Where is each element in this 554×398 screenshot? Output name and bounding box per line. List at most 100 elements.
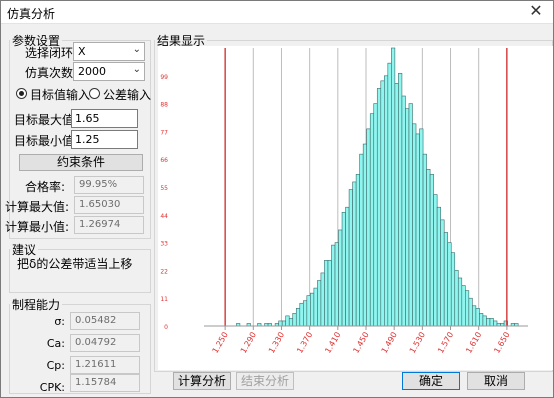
histogram-bar	[422, 153, 427, 327]
y-tick-label: 88	[160, 102, 168, 109]
close-icon[interactable]: ✕	[527, 2, 545, 20]
sigma-label: σ:	[54, 315, 65, 328]
histogram-bar	[295, 308, 301, 327]
y-tick-label: 99	[160, 74, 168, 81]
cp-field: 1.21611	[70, 356, 140, 374]
count-select[interactable]: 2000 ⌄	[73, 62, 145, 81]
histogram-bar	[376, 88, 382, 327]
histogram-bar	[468, 297, 473, 327]
count-label: 仿真次数:	[25, 66, 78, 80]
loop-label: 选择闭环:	[25, 46, 78, 60]
histogram-bar	[338, 229, 343, 327]
target-radio[interactable]	[16, 88, 27, 99]
y-tick-label: 22	[160, 268, 168, 275]
histogram-bar	[359, 153, 364, 327]
histogram-bar	[443, 232, 449, 327]
histogram-bar	[384, 75, 389, 327]
histogram-bar	[331, 244, 336, 327]
cpk-value: 1.15784	[75, 377, 117, 388]
histogram-bar	[324, 259, 329, 327]
histogram-bar	[489, 318, 494, 327]
histogram-bar	[387, 62, 392, 327]
x-tick-label: 1.490	[380, 331, 399, 355]
histogram-bar	[419, 128, 424, 327]
x-tick-label: 1.570	[436, 331, 455, 355]
loop-select[interactable]: X ⌄	[73, 42, 145, 61]
histogram-bar	[436, 206, 441, 327]
histogram-bar	[334, 242, 339, 327]
histogram-bar	[380, 80, 385, 327]
x-tick-label: 1.330	[267, 331, 286, 355]
histogram-bar	[401, 95, 406, 327]
target-radio-label[interactable]: 目标值输入	[30, 86, 90, 103]
histogram-bar	[281, 320, 287, 327]
histogram-bar	[362, 143, 368, 327]
target-max-label: 目标最大值:	[14, 113, 79, 127]
x-tick-label: 1.410	[323, 331, 342, 355]
target-max-input[interactable]: 1.65	[71, 109, 138, 128]
histogram-bar	[472, 305, 477, 327]
calc-analysis-button[interactable]: 计算分析	[173, 372, 231, 390]
target-max-value: 1.65	[75, 112, 100, 125]
ok-button[interactable]: 确定	[402, 372, 460, 390]
histogram-bar	[352, 181, 357, 327]
histogram-bar	[369, 113, 375, 327]
sigma-value: 0.05482	[75, 315, 117, 326]
histogram-bar	[398, 72, 403, 327]
chevron-down-icon: ⌄	[132, 64, 141, 75]
histogram-bar	[408, 103, 413, 327]
histogram-bar	[306, 295, 311, 327]
histogram-bar	[303, 300, 308, 327]
advice-text: 把δ的公差带适当上移	[17, 257, 133, 271]
histogram-bar	[482, 315, 487, 327]
cancel-button[interactable]: 取消	[467, 372, 525, 390]
histogram-bar	[310, 292, 315, 327]
histogram-bar	[461, 285, 466, 327]
histogram-bar	[440, 219, 445, 327]
tolerance-radio-label[interactable]: 公差输入	[103, 86, 151, 103]
histogram-bar	[373, 103, 378, 327]
histogram-bar	[450, 252, 456, 327]
histogram-bar	[391, 47, 396, 327]
histogram-bar	[405, 108, 410, 327]
x-tick-label: 1.250	[211, 331, 230, 355]
calc-max-value: 1.65030	[79, 199, 121, 210]
histogram-bar	[341, 211, 346, 327]
chevron-down-icon: ⌄	[132, 44, 141, 55]
histogram-chart: 0 11 22 33 44 55 66 77 88 99 1.250 1.290 1.330 1.370 1…	[158, 46, 553, 370]
simulation-dialog: 仿真分析 ✕ 参数设置 选择闭环: X ⌄ 仿真次数: 2000 ⌄ 目标值输入…	[0, 0, 554, 398]
ca-field: 0.04792	[70, 334, 140, 352]
histogram-bar	[479, 313, 484, 327]
cpk-label: CPK:	[39, 381, 65, 394]
calc-min-label: 计算最小值:	[4, 220, 69, 234]
histogram-bar	[320, 272, 325, 327]
x-tick-label: 1.650	[492, 331, 511, 355]
window-title: 仿真分析	[7, 7, 56, 21]
histogram-bar	[345, 206, 350, 327]
histogram-bar	[457, 277, 463, 327]
histogram-bar	[465, 290, 470, 327]
y-tick-label: 66	[160, 157, 168, 164]
histogram-bar	[327, 259, 332, 327]
tolerance-radio[interactable]	[89, 88, 100, 99]
calc-max-label: 计算最大值:	[4, 200, 69, 214]
histogram-bar	[475, 308, 480, 327]
y-tick-label: 0	[164, 324, 168, 331]
histogram-bar	[355, 174, 360, 327]
histogram-bar	[415, 133, 420, 327]
calc-min-field: 1.26974	[74, 216, 144, 234]
y-tick-label: 77	[160, 129, 168, 136]
cpk-field: 1.15784	[70, 374, 140, 392]
cp-value: 1.21611	[75, 359, 117, 370]
loop-select-value: X	[78, 45, 86, 58]
histogram-bar	[454, 270, 459, 327]
y-tick-label: 44	[160, 213, 168, 220]
constraint-button[interactable]: 约束条件	[19, 154, 143, 171]
x-tick-label: 1.450	[351, 331, 370, 355]
sigma-field: 0.05482	[70, 312, 140, 330]
target-min-input[interactable]: 1.25	[71, 130, 138, 149]
end-analysis-button[interactable]: 结束分析	[236, 372, 294, 390]
ca-value: 0.04792	[75, 337, 117, 348]
x-tick-label: 1.530	[408, 331, 427, 355]
x-tick-label: 1.370	[295, 331, 314, 355]
